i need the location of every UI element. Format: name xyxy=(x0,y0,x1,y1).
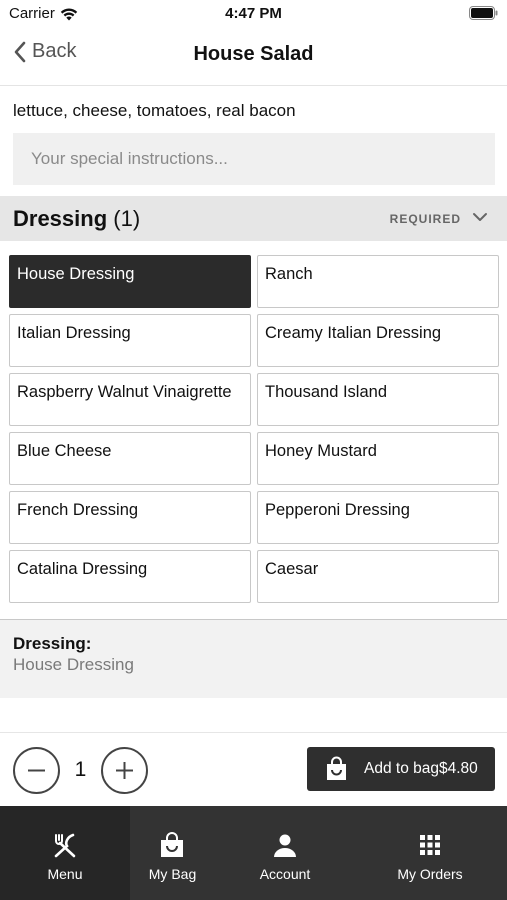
chevron-down-icon[interactable] xyxy=(472,209,488,225)
shopping-bag-icon xyxy=(327,756,346,780)
status-bar: Carrier 4:47 PM xyxy=(0,0,507,28)
summary-value: House Dressing xyxy=(13,655,134,674)
option-house-dressing[interactable]: House Dressing xyxy=(9,255,251,308)
increase-quantity-button[interactable] xyxy=(101,747,148,794)
section-title: Dressing (1) xyxy=(13,206,140,232)
tab-my-bag-label: My Bag xyxy=(148,866,197,882)
option-pepperoni-dressing[interactable]: Pepperoni Dressing xyxy=(257,491,499,544)
option-honey-mustard[interactable]: Honey Mustard xyxy=(257,432,499,485)
tab-account-label: Account xyxy=(259,866,311,882)
page-title: House Salad xyxy=(193,43,314,65)
tab-my-bag[interactable]: My Bag xyxy=(130,806,215,900)
add-to-bag-label: Add to bag$4.80 xyxy=(364,760,478,777)
grid-icon xyxy=(420,835,440,855)
tab-my-orders[interactable]: My Orders xyxy=(385,806,475,900)
plus-icon xyxy=(116,762,133,779)
option-caesar[interactable]: Caesar xyxy=(257,550,499,603)
special-instructions-input[interactable] xyxy=(13,133,495,185)
tab-my-orders-label: My Orders xyxy=(397,866,463,882)
person-icon xyxy=(274,834,296,857)
option-catalina-dressing[interactable]: Catalina Dressing xyxy=(9,550,251,603)
dressing-options-grid: House Dressing Ranch Italian Dressing Cr… xyxy=(9,255,499,603)
divider xyxy=(0,732,507,733)
option-ranch[interactable]: Ranch xyxy=(257,255,499,308)
option-thousand-island[interactable]: Thousand Island xyxy=(257,373,499,426)
option-blue-cheese[interactable]: Blue Cheese xyxy=(9,432,251,485)
required-badge: REQUIRED xyxy=(389,212,461,226)
selection-summary: Dressing: House Dressing xyxy=(0,619,507,698)
option-italian-dressing[interactable]: Italian Dressing xyxy=(9,314,251,367)
add-to-bag-button[interactable]: Add to bag$4.80 xyxy=(307,747,495,791)
tab-menu-label: Menu xyxy=(47,866,83,882)
option-french-dressing[interactable]: French Dressing xyxy=(9,491,251,544)
battery-icon xyxy=(469,6,498,20)
fork-knife-icon xyxy=(54,833,76,858)
option-raspberry-walnut-vinaigrette[interactable]: Raspberry Walnut Vinaigrette xyxy=(9,373,251,426)
section-count: (1) xyxy=(113,206,141,231)
section-title-text: Dressing xyxy=(13,206,108,231)
tab-account[interactable]: Account xyxy=(240,806,330,900)
navigation-bar: Back House Salad xyxy=(0,28,507,86)
shopping-bag-icon xyxy=(161,832,183,857)
decrease-quantity-button[interactable] xyxy=(13,747,60,794)
minus-icon xyxy=(28,769,45,772)
quantity-value: 1 xyxy=(74,758,87,781)
tab-bar: Menu My Bag Account My Orders xyxy=(0,806,507,900)
item-description: lettuce, cheese, tomatoes, real bacon xyxy=(13,101,296,120)
dressing-section-header[interactable]: Dressing (1) REQUIRED xyxy=(0,196,507,241)
option-creamy-italian-dressing[interactable]: Creamy Italian Dressing xyxy=(257,314,499,367)
tab-menu[interactable]: Menu xyxy=(0,806,130,900)
summary-label: Dressing: xyxy=(13,634,92,653)
status-time: 4:47 PM xyxy=(225,5,282,22)
